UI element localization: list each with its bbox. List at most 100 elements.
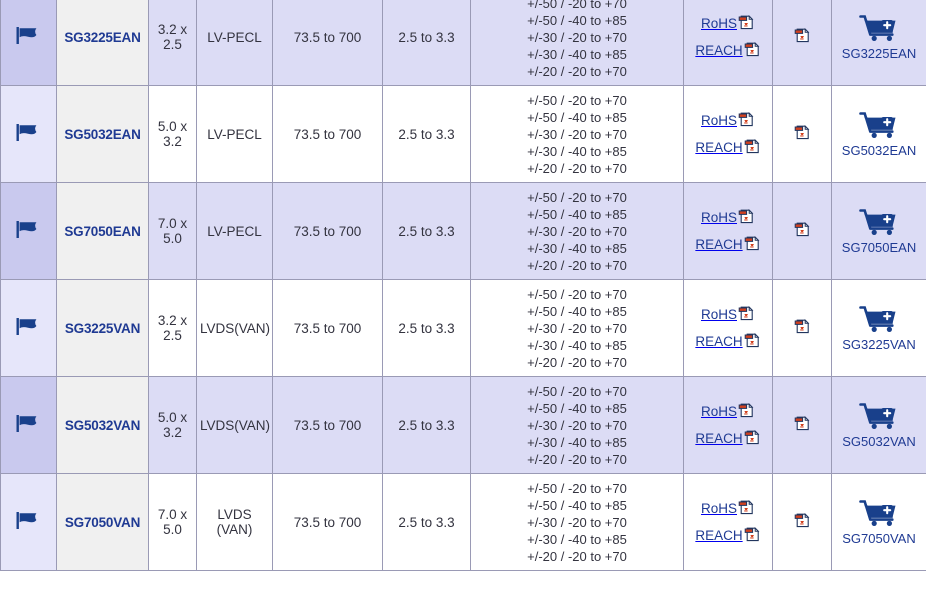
part-number-cell[interactable]: SG3225VAN xyxy=(56,279,149,377)
flag-cell[interactable] xyxy=(0,0,57,86)
pdf-icon[interactable] xyxy=(744,332,761,352)
part-number-cell[interactable]: SG5032VAN xyxy=(56,376,149,474)
datasheet-cell[interactable] xyxy=(772,473,832,571)
reach-document-link[interactable]: REACH xyxy=(687,526,769,546)
cart-plus-icon[interactable] xyxy=(859,14,899,45)
stability-temperature-cell: +/-50 / -20 to +70 +/-50 / -40 to +85 +/-3… xyxy=(470,279,684,377)
pdf-icon[interactable] xyxy=(738,208,755,228)
temp-range-line: +/-30 / -40 to +85 xyxy=(527,46,627,62)
pdf-icon[interactable] xyxy=(794,124,811,144)
pdf-icon[interactable] xyxy=(738,305,755,325)
flag-cell[interactable] xyxy=(0,473,57,571)
part-number-cell[interactable]: SG7050VAN xyxy=(56,473,149,571)
add-to-cart-cell[interactable]: SG5032EAN xyxy=(831,85,926,183)
pdf-icon[interactable] xyxy=(738,499,755,519)
pdf-icon[interactable] xyxy=(738,111,755,131)
pdf-icon[interactable] xyxy=(744,138,761,158)
cart-plus-icon-glyph xyxy=(859,14,896,41)
datasheet-cell[interactable] xyxy=(772,279,832,377)
pdf-icon[interactable] xyxy=(744,429,761,449)
datasheet-cell[interactable] xyxy=(772,85,832,183)
cart-plus-icon[interactable] xyxy=(859,208,899,239)
cart-plus-icon-glyph xyxy=(859,111,896,138)
add-to-cart-button[interactable]: SG3225EAN xyxy=(835,14,923,61)
datasheet-cell[interactable] xyxy=(772,376,832,474)
add-to-cart-cell[interactable]: SG7050EAN xyxy=(831,182,926,280)
pdf-icon[interactable] xyxy=(744,235,761,255)
add-to-cart-button[interactable]: SG3225VAN xyxy=(835,305,923,352)
flag-icon-glyph xyxy=(16,26,37,44)
flag-cell[interactable] xyxy=(0,182,57,280)
part-number-link[interactable]: SG7050EAN xyxy=(64,224,140,239)
cart-plus-icon-glyph xyxy=(859,402,896,429)
add-to-cart-cell[interactable]: SG7050VAN xyxy=(831,473,926,571)
flag-cell[interactable] xyxy=(0,85,57,183)
temp-range-line: +/-30 / -20 to +70 xyxy=(527,126,627,142)
cart-plus-icon[interactable] xyxy=(859,402,899,433)
stability-temperature-cell: +/-50 / -20 to +70 +/-50 / -40 to +85 +/-3… xyxy=(470,85,684,183)
reach-document-link[interactable]: REACH xyxy=(687,235,769,255)
pdf-icon-glyph xyxy=(744,332,760,347)
rohs-document-link[interactable]: RoHS xyxy=(687,499,769,519)
flag-icon[interactable] xyxy=(15,123,42,146)
add-to-cart-button[interactable]: SG7050EAN xyxy=(835,208,923,255)
cart-plus-icon[interactable] xyxy=(859,305,899,336)
rohs-document-link[interactable]: RoHS xyxy=(687,402,769,422)
pdf-icon[interactable] xyxy=(794,318,811,338)
pdf-icon[interactable] xyxy=(794,415,811,435)
cart-part-label: SG5032VAN xyxy=(842,433,916,449)
flag-icon[interactable] xyxy=(15,220,42,243)
package-size-value: 7.0 x 5.0 xyxy=(157,507,188,537)
add-to-cart-button[interactable]: SG5032EAN xyxy=(835,111,923,158)
part-number-link[interactable]: SG5032VAN xyxy=(65,418,140,433)
pdf-icon[interactable] xyxy=(738,402,755,422)
flag-cell[interactable] xyxy=(0,279,57,377)
cart-plus-icon[interactable] xyxy=(859,111,899,142)
flag-icon[interactable] xyxy=(15,511,42,534)
reach-document-link[interactable]: REACH xyxy=(687,41,769,61)
part-number-link[interactable]: SG3225VAN xyxy=(65,321,140,336)
temp-range-line: +/-20 / -20 to +70 xyxy=(527,548,627,564)
temp-range-line: +/-50 / -40 to +85 xyxy=(527,109,627,125)
flag-icon[interactable] xyxy=(15,317,42,340)
flag-icon[interactable] xyxy=(15,26,42,49)
flag-icon[interactable] xyxy=(15,414,42,437)
temp-range-line: +/-30 / -20 to +70 xyxy=(527,29,627,45)
temp-range-line: +/-20 / -20 to +70 xyxy=(527,160,627,176)
add-to-cart-button[interactable]: SG7050VAN xyxy=(835,499,923,546)
part-number-cell[interactable]: SG5032EAN xyxy=(56,85,149,183)
rohs-document-link[interactable]: RoHS xyxy=(687,14,769,34)
part-number-cell[interactable]: SG7050EAN xyxy=(56,182,149,280)
datasheet-cell[interactable] xyxy=(772,0,832,86)
pdf-icon[interactable] xyxy=(794,27,811,47)
part-number-link[interactable]: SG5032EAN xyxy=(64,127,140,142)
rohs-document-link[interactable]: RoHS xyxy=(687,305,769,325)
pdf-icon[interactable] xyxy=(794,221,811,241)
cart-part-label: SG3225VAN xyxy=(842,336,916,352)
add-to-cart-cell[interactable]: SG5032VAN xyxy=(831,376,926,474)
rohs-document-link[interactable]: RoHS xyxy=(687,208,769,228)
reach-document-link[interactable]: REACH xyxy=(687,138,769,158)
add-to-cart-cell[interactable]: SG3225EAN xyxy=(831,0,926,86)
pdf-icon[interactable] xyxy=(744,526,761,546)
reach-document-link[interactable]: REACH xyxy=(687,332,769,352)
cart-plus-icon[interactable] xyxy=(859,499,899,530)
cart-plus-icon-glyph xyxy=(859,208,896,235)
flag-cell[interactable] xyxy=(0,376,57,474)
rohs-label: RoHS xyxy=(700,501,737,516)
rohs-document-link[interactable]: RoHS xyxy=(687,111,769,131)
package-size-value: 3.2 x 2.5 xyxy=(157,22,188,52)
part-number-link[interactable]: SG7050VAN xyxy=(65,515,140,530)
package-size-cell: 7.0 x 5.0 xyxy=(148,182,197,280)
add-to-cart-cell[interactable]: SG3225VAN xyxy=(831,279,926,377)
reach-document-link[interactable]: REACH xyxy=(687,429,769,449)
pdf-icon-glyph xyxy=(738,402,754,417)
pdf-icon[interactable] xyxy=(794,512,811,532)
pdf-icon[interactable] xyxy=(738,14,755,34)
add-to-cart-button[interactable]: SG5032VAN xyxy=(835,402,923,449)
pdf-icon-glyph xyxy=(744,138,760,153)
datasheet-cell[interactable] xyxy=(772,182,832,280)
part-number-link[interactable]: SG3225EAN xyxy=(64,30,140,45)
part-number-cell[interactable]: SG3225EAN xyxy=(56,0,149,86)
pdf-icon[interactable] xyxy=(744,41,761,61)
